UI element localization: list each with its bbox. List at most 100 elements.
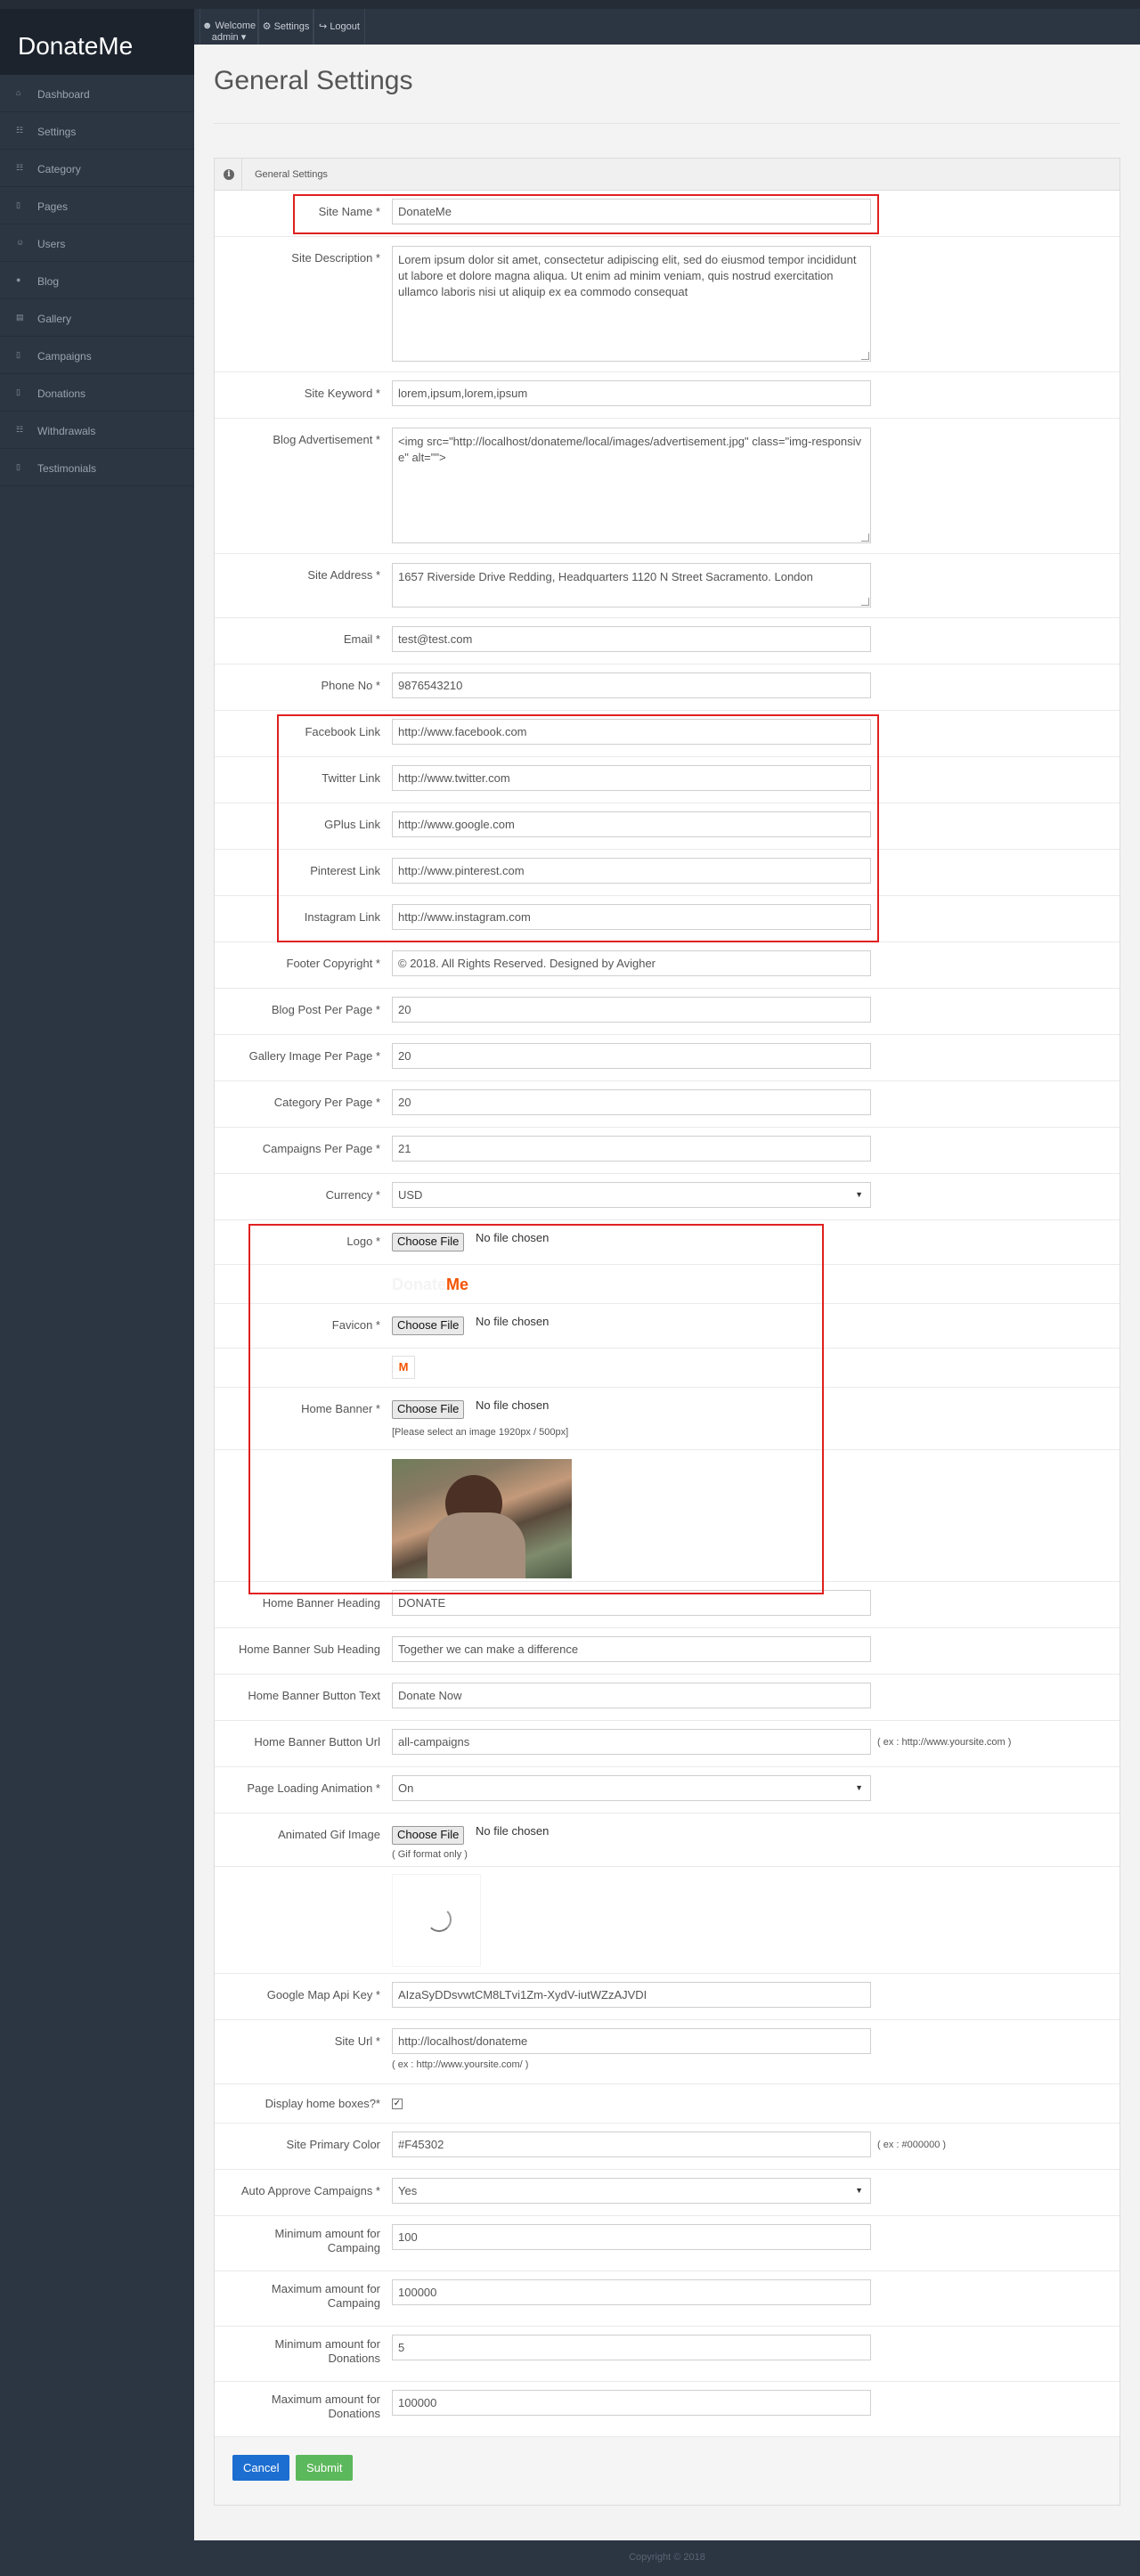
google-map-key-label: Google Map Api Key *	[266, 1988, 380, 2001]
animated-gif-choose-file-button[interactable]: Choose File	[392, 1826, 465, 1845]
blog-advertisement-value: <img src="http://localhost/donateme/loca…	[398, 435, 861, 464]
banner-button-url-input[interactable]: all-campaigns	[392, 1729, 871, 1755]
settings-link[interactable]: ⚙ Settings	[258, 9, 314, 45]
caret-down-icon: ▾	[240, 32, 247, 43]
sidebar-item-dashboard[interactable]: ⌂ Dashboard	[0, 75, 194, 112]
display-home-boxes-checkbox[interactable]: ✓	[392, 2099, 403, 2109]
sidebar-item-label: Withdrawals	[37, 425, 96, 437]
currency-label: Currency *	[325, 1188, 380, 1202]
form-row: Home Banner Button Text Donate Now	[215, 1675, 1120, 1721]
blog-per-page-input[interactable]: 20	[392, 997, 871, 1023]
sidebar-item-label: Settings	[37, 126, 77, 138]
main-content: General Settings i General Settings Site…	[194, 45, 1140, 2540]
sidebar-item-pages[interactable]: ▯ Pages	[0, 187, 194, 224]
email-input[interactable]: test@test.com	[392, 626, 871, 652]
site-url-input[interactable]: http://localhost/donateme	[392, 2028, 871, 2054]
campaigns-per-page-input[interactable]: 21	[392, 1136, 871, 1162]
sidebar-item-gallery[interactable]: ▤ Gallery	[0, 299, 194, 337]
sidebar-item-label: Donations	[37, 387, 86, 400]
cancel-button[interactable]: Cancel	[232, 2455, 290, 2481]
user-icon: ☺	[16, 238, 25, 247]
form-row: Footer Copyright * © 2018. All Rights Re…	[215, 942, 1120, 989]
currency-select[interactable]: USD ▼	[392, 1182, 871, 1208]
category-per-page-label: Category Per Page *	[273, 1096, 380, 1109]
file-icon: ▯	[16, 462, 20, 471]
form-row: Home Banner Sub Heading Together we can …	[215, 1628, 1120, 1675]
file-icon: ▯	[16, 200, 20, 209]
primary-color-hint: ( ex : #000000 )	[877, 2140, 947, 2150]
footer: Copyright © 2018	[194, 2540, 1140, 2576]
sidebar-item-label: Testimonials	[37, 462, 97, 475]
max-campaign-input[interactable]: 100000	[392, 2279, 871, 2305]
file-icon: ▯	[16, 387, 20, 396]
panel-title: General Settings	[255, 169, 328, 180]
form-row: Page Loading Animation * On ▼	[215, 1767, 1120, 1814]
sidebar-item-label: Dashboard	[37, 88, 90, 101]
form-row: Minimum amount for Donations 5	[215, 2327, 1120, 2382]
auto-approve-select[interactable]: Yes ▼	[392, 2178, 871, 2204]
min-campaign-input[interactable]: 100	[392, 2224, 871, 2250]
resize-handle[interactable]	[861, 352, 869, 360]
banner-button-url-hint: ( ex : http://www.yoursite.com )	[877, 1737, 1012, 1748]
blog-advertisement-label: Blog Advertisement *	[273, 433, 380, 446]
blog-per-page-label: Blog Post Per Page *	[271, 1003, 380, 1016]
logout-link[interactable]: ↪ Logout	[314, 9, 365, 45]
primary-color-input[interactable]: #F45302	[392, 2132, 871, 2157]
animated-gif-hint: ( Gif format only )	[392, 1849, 468, 1860]
google-map-key-input[interactable]: AIzaSyDDsvwtCM8LTvi1Zm-XydV-iutWZzAJVDI	[392, 1982, 871, 2008]
site-url-label: Site Url *	[334, 2034, 380, 2048]
resize-handle[interactable]	[861, 534, 869, 542]
sidebar-item-users[interactable]: ☺ Users	[0, 224, 194, 262]
sidebar-item-label: Gallery	[37, 313, 72, 325]
sidebar-item-label: Category	[37, 163, 81, 175]
logout-icon: ↪	[319, 21, 328, 32]
gear-icon: ⚙	[262, 21, 272, 32]
user-menu[interactable]: ☻ Welcome admin ▾	[200, 9, 258, 45]
banner-subheading-input[interactable]: Together we can make a difference	[392, 1636, 871, 1662]
home-icon: ⌂	[16, 88, 21, 97]
blog-advertisement-textarea[interactable]: <img src="http://localhost/donateme/loca…	[392, 428, 871, 543]
max-donation-label: Maximum amount for Donations	[271, 2393, 380, 2420]
banner-button-text-input[interactable]: Donate Now	[392, 1683, 871, 1708]
sidebar-item-donations[interactable]: ▯ Donations	[0, 374, 194, 412]
sidebar-item-blog[interactable]: ● Blog	[0, 262, 194, 299]
site-keyword-input[interactable]: lorem,ipsum,lorem,ipsum	[392, 380, 871, 406]
site-address-value: 1657 Riverside Drive Redding, Headquarte…	[398, 570, 813, 583]
resize-handle[interactable]	[861, 598, 869, 606]
phone-input[interactable]: 9876543210	[392, 673, 871, 698]
loading-animation-select[interactable]: On ▼	[392, 1775, 871, 1801]
gif-preview	[392, 1874, 481, 1967]
site-description-label: Site Description *	[291, 251, 380, 265]
site-address-textarea[interactable]: 1657 Riverside Drive Redding, Headquarte…	[392, 563, 871, 607]
site-url-hint: ( ex : http://www.yoursite.com/ )	[392, 2059, 529, 2070]
gallery-per-page-input[interactable]: 20	[392, 1043, 871, 1069]
brand-logo[interactable]: DonateMe	[0, 9, 194, 75]
min-campaign-label: Minimum amount for Campaing	[274, 2227, 380, 2254]
submit-button[interactable]: Submit	[296, 2455, 354, 2481]
category-per-page-input[interactable]: 20	[392, 1089, 871, 1115]
max-donation-input[interactable]: 100000	[392, 2390, 871, 2416]
loading-animation-value: On	[398, 1781, 414, 1795]
form-row: Site Keyword * lorem,ipsum,lorem,ipsum	[215, 372, 1120, 419]
sidebar-item-withdrawals[interactable]: ☷ Withdrawals	[0, 412, 194, 449]
sidebar-item-campaigns[interactable]: ▯ Campaigns	[0, 337, 194, 374]
divider	[241, 159, 242, 191]
form-row: Category Per Page * 20	[215, 1081, 1120, 1128]
min-donation-label: Minimum amount for Donations	[274, 2337, 380, 2365]
footer-copyright-input[interactable]: © 2018. All Rights Reserved. Designed by…	[392, 950, 871, 976]
top-navbar: ☻ Welcome admin ▾ ⚙ Settings ↪ Logout	[194, 9, 1140, 45]
sidebar-item-category[interactable]: ☷ Category	[0, 150, 194, 187]
banner-button-url-label: Home Banner Button Url	[254, 1735, 380, 1749]
page-title: General Settings	[214, 66, 413, 95]
min-donation-input[interactable]: 5	[392, 2335, 871, 2360]
caret-down-icon: ▼	[855, 1190, 863, 1199]
sidebar-item-label: Pages	[37, 200, 69, 213]
form-row: Site Primary Color #F45302 ( ex : #00000…	[215, 2124, 1120, 2170]
sidebar-item-testimonials[interactable]: ▯ Testimonials	[0, 449, 194, 486]
site-description-textarea[interactable]: Lorem ipsum dolor sit amet, consectetur …	[392, 246, 871, 362]
sidebar-item-settings[interactable]: ☷ Settings	[0, 112, 194, 150]
file-icon: ▯	[16, 350, 20, 359]
form-row: Gallery Image Per Page * 20	[215, 1035, 1120, 1081]
form-row: Site Description * Lorem ipsum dolor sit…	[215, 237, 1120, 372]
banner-heading-label: Home Banner Heading	[262, 1596, 380, 1610]
